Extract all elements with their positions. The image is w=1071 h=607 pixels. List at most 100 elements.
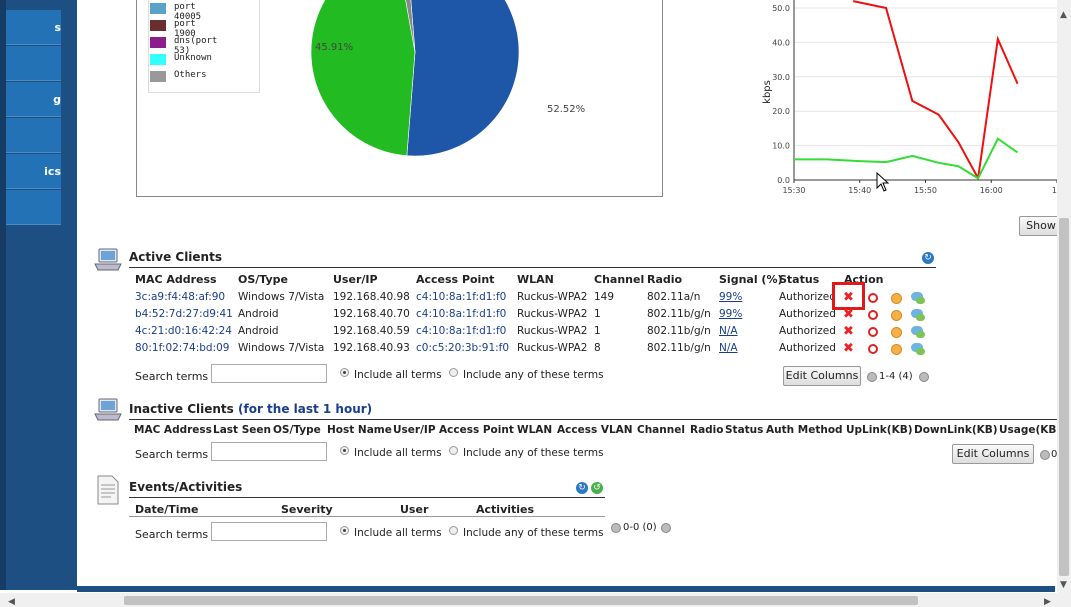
inactive-col-header[interactable]: Access VLAN (557, 424, 633, 436)
cell-wlan: Ruckus-WPA2 (517, 291, 588, 303)
inactive-search-input[interactable] (211, 442, 327, 461)
horizontal-scroll-thumb[interactable] (124, 596, 918, 605)
vertical-scroll-thumb[interactable] (1059, 218, 1069, 576)
sidebar-item-6[interactable] (6, 190, 61, 225)
sidebar-item-3[interactable]: g (6, 82, 61, 117)
inactive-col-header[interactable]: Usage(KB) (999, 424, 1061, 436)
x-tick-label: 15:50 (914, 186, 937, 195)
edit-columns-button[interactable]: Edit Columns (952, 444, 1034, 464)
events-header-divider (129, 516, 605, 517)
col-channel[interactable]: Channel (594, 273, 644, 286)
cell-mac[interactable]: b4:52:7d:27:d9:41 (135, 308, 233, 320)
col-wlan[interactable]: WLAN (517, 273, 554, 286)
scroll-right-icon[interactable]: ▶ (1044, 597, 1051, 607)
cell-ap[interactable]: c4:10:8a:1f:d1:f0 (416, 325, 506, 337)
inactive-col-header[interactable]: Host Name (327, 424, 392, 436)
inactive-clients-divider (129, 419, 1057, 420)
inactive-col-header[interactable]: UpLink(KB) (846, 424, 913, 436)
next-page-icon[interactable] (919, 372, 929, 382)
include-any-radio[interactable] (449, 446, 458, 455)
col-date-time[interactable]: Date/Time (135, 503, 199, 516)
col-status[interactable]: Status (779, 273, 819, 286)
cell-ap[interactable]: c4:10:8a:1f:d1:f0 (416, 308, 506, 320)
prev-page-icon[interactable] (611, 523, 621, 533)
col-user-ip[interactable]: User/IP (333, 273, 378, 286)
cell-os: Windows 7/Vista (238, 291, 325, 303)
cell-os: Android (238, 308, 279, 320)
clock-icon[interactable] (891, 327, 902, 338)
block-client-icon[interactable] (868, 344, 878, 354)
block-client-icon[interactable] (868, 327, 878, 337)
col-user[interactable]: User (400, 503, 428, 516)
cell-signal[interactable]: N/A (719, 342, 738, 354)
inactive-col-header[interactable]: OS/Type (273, 424, 321, 436)
cell-wlan: Ruckus-WPA2 (517, 325, 588, 337)
include-all-radio[interactable] (340, 526, 349, 535)
y-tick-label: 30.0 (772, 73, 790, 82)
sidebar-item-2[interactable] (6, 46, 61, 81)
next-page-icon[interactable] (661, 523, 671, 533)
left-sidebar: s g ics (0, 0, 77, 590)
include-any-radio[interactable] (449, 526, 458, 535)
inactive-col-header[interactable]: Auth Method (766, 424, 843, 436)
include-all-label: Include all terms (354, 369, 442, 381)
delete-client-icon[interactable]: ✖ (843, 308, 854, 321)
inactive-col-header[interactable]: Status (725, 424, 763, 436)
play-icon[interactable]: ↺ (591, 482, 603, 494)
col-activities[interactable]: Activities (476, 503, 534, 516)
include-any-radio[interactable] (449, 368, 458, 377)
col-severity[interactable]: Severity (281, 503, 333, 516)
inactive-col-header[interactable]: WLAN (517, 424, 552, 436)
inactive-col-header[interactable]: DownLink(KB) (914, 424, 998, 436)
chat-reply-icon (916, 297, 925, 304)
cell-signal[interactable]: 99% (719, 308, 742, 320)
sidebar-item-1[interactable]: s (6, 10, 61, 45)
col-mac-address[interactable]: MAC Address (135, 273, 217, 286)
scroll-left-icon[interactable]: ◀ (8, 597, 15, 607)
scroll-down-icon[interactable]: ▼ (1060, 580, 1067, 590)
prev-page-icon[interactable] (1040, 450, 1050, 460)
cell-ip: 192.168.40.93 (333, 342, 410, 354)
block-client-icon[interactable] (868, 293, 878, 303)
sidebar-item-4[interactable] (6, 118, 61, 153)
events-search-input[interactable] (211, 522, 327, 541)
col-access-point[interactable]: Access Point (416, 273, 494, 286)
inactive-col-header[interactable]: Channel (637, 424, 685, 436)
cell-channel: 149 (594, 291, 615, 303)
cell-signal[interactable]: N/A (719, 325, 738, 337)
refresh-icon[interactable]: ↻ (922, 252, 934, 264)
cell-ap[interactable]: c0:c5:20:3b:91:f0 (416, 342, 509, 354)
cell-wlan: Ruckus-WPA2 (517, 342, 588, 354)
inactive-col-header[interactable]: User/IP (393, 424, 436, 436)
refresh-icon[interactable]: ↻ (576, 482, 588, 494)
delete-client-icon[interactable]: ✖ (843, 325, 854, 338)
scroll-up-icon[interactable]: ▲ (1060, 10, 1067, 20)
legend-swatch (150, 37, 166, 48)
col-os-type[interactable]: OS/Type (238, 273, 288, 286)
clock-icon[interactable] (891, 310, 902, 321)
inactive-col-header[interactable]: MAC Address (134, 424, 212, 436)
clock-icon[interactable] (891, 344, 902, 355)
active-search-input[interactable] (211, 364, 327, 383)
sidebar-item-label: g (53, 93, 61, 106)
edit-columns-button[interactable]: Edit Columns (783, 366, 861, 386)
legend-label: Unknown (174, 53, 212, 63)
sidebar-item-5[interactable]: ics (6, 154, 61, 189)
clock-icon[interactable] (891, 293, 902, 304)
col-signal[interactable]: Signal (%) (719, 273, 783, 286)
inactive-col-header[interactable]: Last Seen (213, 424, 271, 436)
include-all-radio[interactable] (340, 368, 349, 377)
col-radio[interactable]: Radio (647, 273, 682, 286)
events-divider (129, 497, 605, 498)
inactive-col-header[interactable]: Access Point (439, 424, 514, 436)
delete-client-icon[interactable]: ✖ (843, 342, 854, 355)
cell-mac[interactable]: 80:1f:02:74:bd:09 (135, 342, 229, 354)
block-client-icon[interactable] (868, 310, 878, 320)
prev-page-icon[interactable] (867, 372, 877, 382)
cell-mac[interactable]: 4c:21:d0:16:42:24 (135, 325, 232, 337)
cell-ap[interactable]: c4:10:8a:1f:d1:f0 (416, 291, 506, 303)
cell-signal[interactable]: 99% (719, 291, 742, 303)
inactive-col-header[interactable]: Radio (690, 424, 724, 436)
cell-mac[interactable]: 3c:a9:f4:48:af:90 (135, 291, 225, 303)
include-all-radio[interactable] (340, 446, 349, 455)
